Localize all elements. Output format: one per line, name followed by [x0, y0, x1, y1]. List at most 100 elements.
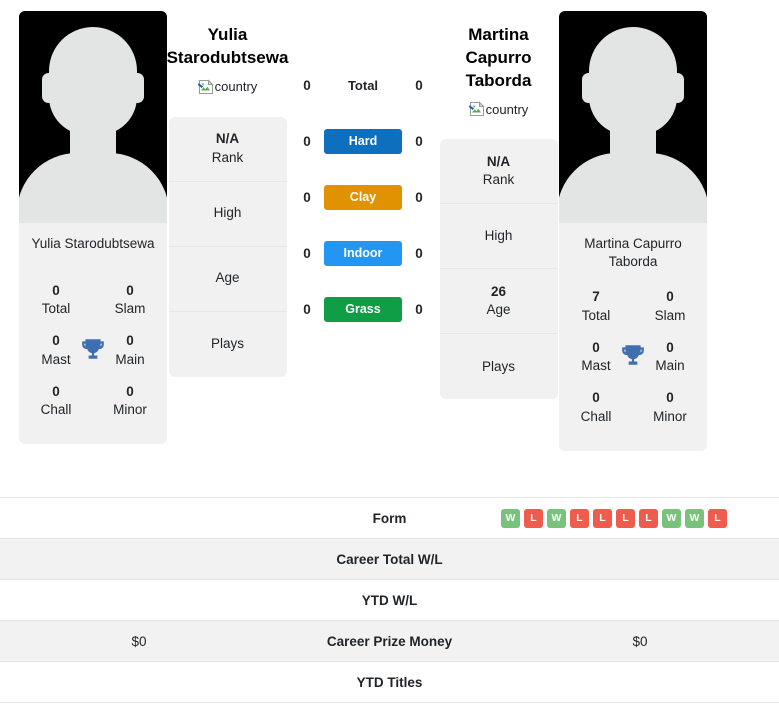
surface-value-right: 0 — [415, 245, 423, 261]
player-name-line: Capurro — [465, 47, 532, 67]
info-label: High — [484, 228, 513, 244]
stat-cell-right — [501, 579, 779, 621]
title-stat-value: 0 — [52, 283, 60, 298]
form-badge-loss: L — [639, 508, 658, 528]
title-stat-label: Total — [41, 301, 71, 317]
surface-wins-column: 0 Total 0 0 Hard 0 0 Clay 0 0 Indoor 0 0 — [288, 57, 438, 337]
stat-cell-right: WLWLLLLWWL — [501, 497, 779, 539]
stat-cell-right — [501, 538, 779, 580]
info-cell-plays: Plays — [169, 312, 287, 377]
stat-label: YTD Titles — [278, 661, 501, 703]
info-label: Age — [215, 270, 240, 286]
country-flag-left: country — [197, 78, 257, 95]
title-stat-slam: 0 Slam — [633, 288, 707, 324]
info-cell-high: High — [168, 182, 287, 247]
title-stat-label: Minor — [653, 408, 687, 424]
info-label: High — [213, 205, 242, 221]
info-label: Rank — [211, 149, 244, 165]
player-info-column-left: Yulia Starodubtsewa country N/A Rank Hig… — [167, 24, 288, 377]
player-rank-card-left: N/A Rank High Age Plays — [168, 116, 287, 377]
title-stat-minor: 0 Minor — [93, 383, 167, 419]
player-name-line: Yulia — [207, 25, 248, 44]
player-avatar-left — [19, 11, 167, 223]
table-row: YTD Titles — [0, 661, 779, 703]
info-label: Rank — [482, 172, 515, 188]
player-comparison-page: Yulia Starodubtsewa 0 Total 0 Slam 0 Mas… — [0, 0, 779, 719]
titles-grid-left: 0 Total 0 Slam 0 Mast 0 Main 0 Chall 0 M… — [19, 265, 167, 444]
info-value: N/A — [215, 131, 240, 147]
table-row: Career Total W/L — [0, 538, 779, 580]
stat-cell-right — [501, 661, 779, 703]
form-badge-loss: L — [616, 508, 635, 528]
title-stat-label: Chall — [580, 408, 612, 424]
surface-value-left: 0 — [303, 189, 311, 205]
stat-label: Career Prize Money — [278, 620, 501, 662]
surface-label-grass[interactable]: Grass — [324, 296, 402, 322]
stat-cell-left — [0, 661, 278, 703]
info-cell-age: Age — [168, 247, 287, 312]
info-cell-rank: N/A Rank — [168, 117, 287, 182]
surface-label-hard[interactable]: Hard — [324, 128, 402, 154]
title-stat-total: 0 Total — [19, 282, 93, 318]
titles-row: 0 Chall 0 Minor — [19, 376, 167, 426]
player-avatar-right — [559, 11, 707, 223]
stat-cell-left — [0, 497, 278, 539]
player-card-name-left: Yulia Starodubtsewa — [31, 236, 155, 251]
avatar-ear-right — [131, 73, 144, 103]
title-stat-minor: 0 Minor — [633, 389, 707, 425]
title-stat-value: 0 — [52, 383, 60, 399]
form-badge-loss: L — [524, 508, 543, 528]
title-stat-label: Slam — [654, 307, 686, 323]
avatar-ear-left — [42, 73, 55, 103]
info-value: N/A — [486, 154, 511, 170]
form-badge-loss: L — [708, 508, 727, 528]
title-stat-total: 7 Total — [559, 288, 633, 324]
player-card-right[interactable]: Martina Capurro Taborda 7 Total 0 Slam 0… — [559, 11, 707, 451]
surface-value-left: 0 — [303, 301, 311, 317]
info-cell-rank: N/A Rank — [439, 139, 558, 205]
avatar-shoulders — [19, 153, 167, 223]
title-stat-label: Total — [581, 307, 611, 323]
player-card-left[interactable]: Yulia Starodubtsewa 0 Total 0 Slam 0 Mas… — [19, 11, 167, 445]
player-name-right[interactable]: Martina Capurro Taborda — [465, 24, 531, 92]
surface-label-indoor[interactable]: Indoor — [324, 240, 402, 266]
form-badge-loss: L — [593, 508, 612, 528]
surface-value-right: 0 — [415, 301, 423, 317]
title-stat-value: 0 — [592, 390, 600, 406]
info-label: Age — [486, 302, 511, 318]
title-stat-value: 7 — [592, 289, 600, 305]
stat-cell-left: $0 — [0, 620, 278, 662]
avatar-ear-right — [671, 73, 684, 103]
trophy-icon — [622, 345, 644, 366]
surface-value-left: 0 — [303, 77, 311, 93]
surface-label-clay[interactable]: Clay — [324, 184, 402, 210]
country-alt-text: country — [485, 101, 529, 117]
surface-value-left: 0 — [303, 133, 311, 149]
surface-row-hard: 0 Hard 0 — [288, 113, 438, 169]
info-label: Plays — [210, 335, 244, 351]
player-card-name-right: Martina Capurro Taborda — [584, 236, 682, 270]
titles-row: 7 Total 0 Slam — [559, 281, 707, 331]
stat-cell-left — [0, 538, 278, 580]
info-label: Plays — [481, 358, 515, 374]
player-info-column-right: Martina Capurro Taborda country N/A Rank — [438, 24, 559, 400]
form-badge-win: W — [501, 508, 520, 528]
title-stat-label: Slam — [114, 301, 146, 317]
title-stat-value: 0 — [666, 289, 674, 305]
trophy-icon — [82, 339, 104, 359]
surface-value-right: 0 — [415, 77, 423, 93]
surface-value-right: 0 — [415, 133, 423, 149]
info-cell-plays: Plays — [440, 334, 558, 399]
comparison-stats-table: Form WLWLLLLWWL Career Total W/L YTD W/L… — [0, 497, 779, 703]
stat-label: Form — [278, 497, 501, 539]
player-rank-card-right: N/A Rank High 26 Age Plays — [439, 139, 558, 400]
info-cell-age: 26 Age — [439, 269, 558, 335]
info-cell-high: High — [439, 204, 558, 270]
form-badge-list: WLWLLLLWWL — [501, 508, 779, 528]
surface-label-total: Total — [347, 77, 379, 93]
title-stat-chall: 0 Chall — [19, 383, 93, 419]
stat-cell-left — [0, 579, 278, 621]
stat-label: YTD W/L — [278, 579, 501, 621]
player-name-left[interactable]: Yulia Starodubtsewa — [167, 24, 289, 70]
surface-row-indoor: 0 Indoor 0 — [288, 225, 438, 281]
